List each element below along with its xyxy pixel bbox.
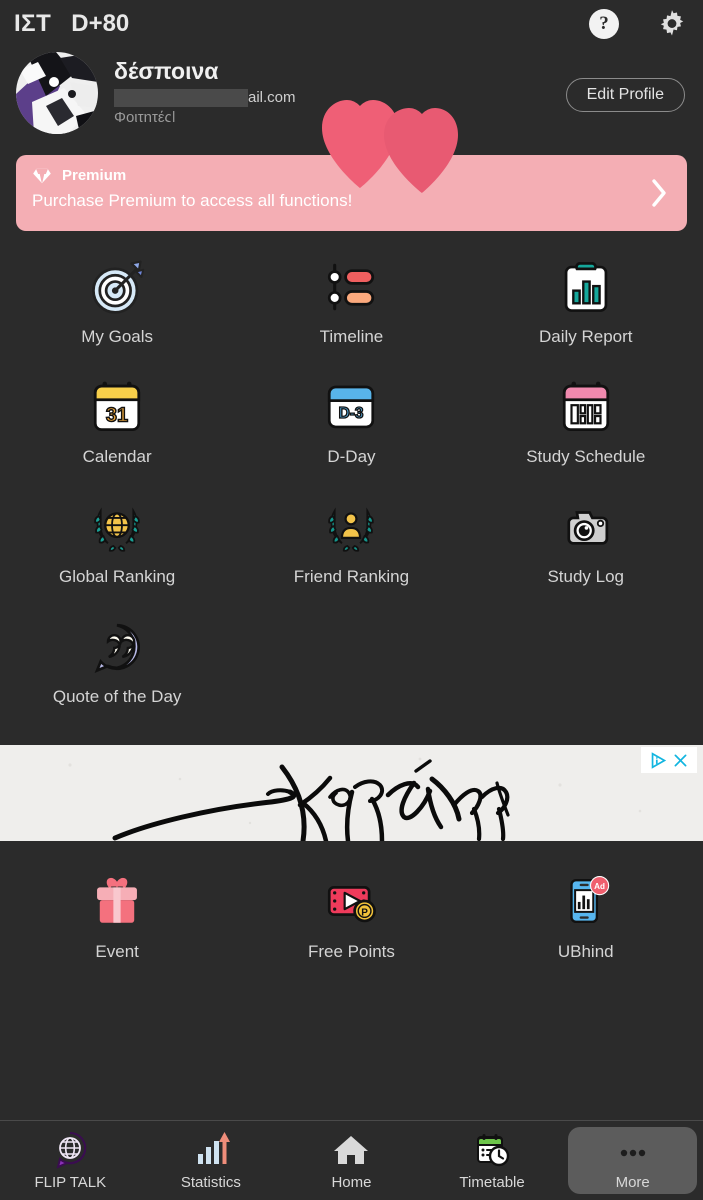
premium-message: Purchase Premium to access all functions… bbox=[32, 191, 353, 210]
promo-item-label: Free Points bbox=[307, 942, 395, 961]
menu-item-daily-report[interactable]: Daily Report bbox=[469, 248, 703, 368]
menu-item-d-day[interactable]: D-3 D-Day bbox=[234, 368, 468, 488]
quote-bubble-icon bbox=[94, 623, 141, 674]
ad-signature-image bbox=[0, 745, 703, 841]
video-coin-icon: P bbox=[328, 886, 377, 923]
email-redaction-bar bbox=[114, 89, 248, 107]
menu-item-friend-ranking[interactable]: Friend Ranking bbox=[234, 488, 468, 608]
flip-talk-globe-icon bbox=[56, 1131, 87, 1169]
menu-item-my-goals[interactable]: My Goals bbox=[0, 248, 234, 368]
bar-chart-arrow-icon bbox=[197, 1132, 230, 1164]
help-circle-icon[interactable]: ? bbox=[589, 9, 619, 39]
promo-item-ubhind[interactable]: Ad UBhind bbox=[469, 862, 703, 962]
adchoices-icon[interactable] bbox=[650, 751, 667, 769]
nav-item-label: Home bbox=[331, 1174, 372, 1191]
menu-item-label: Daily Report bbox=[538, 327, 633, 346]
nav-item-label: Statistics bbox=[180, 1174, 241, 1191]
menu-item-label: Calendar bbox=[82, 447, 152, 466]
promo-item-event[interactable]: Event bbox=[0, 862, 234, 962]
profile-name: δέσποινα bbox=[114, 58, 219, 84]
menu-item-timeline[interactable]: Timeline bbox=[234, 248, 468, 368]
globe-laurel-icon bbox=[94, 507, 140, 552]
menu-item-quote-of-the-day[interactable]: Quote of the Day bbox=[0, 608, 234, 728]
dday-counter: D+80 bbox=[71, 10, 130, 37]
study-schedule-icon bbox=[562, 381, 609, 432]
person-laurel-icon bbox=[328, 507, 375, 552]
nav-item-home[interactable]: Home bbox=[281, 1121, 422, 1200]
menu-item-label: Quote of the Day bbox=[52, 687, 182, 706]
close-x-icon[interactable] bbox=[672, 752, 689, 769]
nav-item-label: More bbox=[615, 1174, 650, 1191]
clipboard-chart-icon bbox=[564, 262, 608, 312]
nav-item-statistics[interactable]: Statistics bbox=[141, 1121, 282, 1200]
home-icon bbox=[334, 1136, 369, 1164]
svg-text:P: P bbox=[362, 908, 369, 919]
menu-item-calendar[interactable]: 31 Calendar bbox=[0, 368, 234, 488]
nav-item-flip-talk[interactable]: FLIP TALK bbox=[0, 1121, 141, 1200]
menu-item-study-log[interactable]: Study Log bbox=[469, 488, 703, 608]
gear-icon[interactable] bbox=[655, 7, 689, 41]
nav-item-more[interactable]: More bbox=[562, 1121, 703, 1200]
menu-item-label: Study Schedule bbox=[526, 447, 646, 466]
app-screen: ΙΣΤ D+80 ? δέσποινα ail.com Φοιτητές| Ed… bbox=[0, 0, 703, 1200]
menu-item-label: Study Log bbox=[547, 567, 625, 586]
top-bar: ΙΣΤ D+80 ? bbox=[0, 0, 703, 48]
menu-item-study-schedule[interactable]: Study Schedule bbox=[469, 368, 703, 488]
menu-item-label: Global Ranking bbox=[59, 567, 176, 586]
camera-icon bbox=[567, 511, 608, 545]
avatar[interactable] bbox=[16, 52, 98, 134]
dday-countdown-icon: D-3 bbox=[328, 385, 375, 429]
menu-item-label: Timeline bbox=[319, 327, 384, 346]
nav-item-timetable[interactable]: Timetable bbox=[422, 1121, 563, 1200]
nav-item-label: Timetable bbox=[459, 1174, 525, 1191]
menu-item-global-ranking[interactable]: Global Ranking bbox=[0, 488, 234, 608]
premium-label: Premium bbox=[62, 167, 127, 184]
gift-box-icon bbox=[97, 878, 138, 923]
promo-row: Event P Free Points Ad UBhind bbox=[0, 862, 703, 962]
svg-text:31: 31 bbox=[106, 405, 128, 427]
promo-item-label: Event bbox=[95, 942, 139, 961]
chevron-right-icon bbox=[652, 179, 666, 207]
menu-item-label: My Goals bbox=[81, 327, 154, 346]
app-title: ΙΣΤ bbox=[14, 10, 52, 37]
timetable-clock-icon bbox=[477, 1134, 510, 1167]
diamond-icon bbox=[33, 168, 51, 183]
edit-profile-button[interactable]: Edit Profile bbox=[565, 78, 685, 112]
ellipsis-icon bbox=[620, 1149, 645, 1157]
menu-item-label: Friend Ranking bbox=[293, 567, 410, 586]
ad-banner[interactable] bbox=[0, 745, 703, 841]
target-dartboard-icon bbox=[92, 260, 145, 314]
hearts-sticker bbox=[318, 88, 458, 193]
calendar-31-icon: 31 bbox=[94, 381, 141, 432]
nav-item-label: FLIP TALK bbox=[34, 1174, 107, 1191]
menu-grid: My Goals Timeline Daily Report 31 Calend… bbox=[0, 248, 703, 728]
ad-badge-label: Ad bbox=[594, 882, 605, 891]
promo-item-free-points[interactable]: P Free Points bbox=[234, 862, 468, 962]
svg-text:D-3: D-3 bbox=[339, 405, 364, 422]
profile-email-visible: ail.com bbox=[248, 89, 296, 106]
ad-badge bbox=[641, 747, 697, 773]
phone-chart-icon: Ad bbox=[570, 875, 609, 924]
menu-item-label: D-Day bbox=[327, 447, 376, 466]
timeline-icon bbox=[328, 263, 375, 311]
promo-item-label: UBhind bbox=[557, 942, 614, 961]
bottom-navigation: FLIP TALK Statistics Home Timetable More bbox=[0, 1120, 703, 1200]
